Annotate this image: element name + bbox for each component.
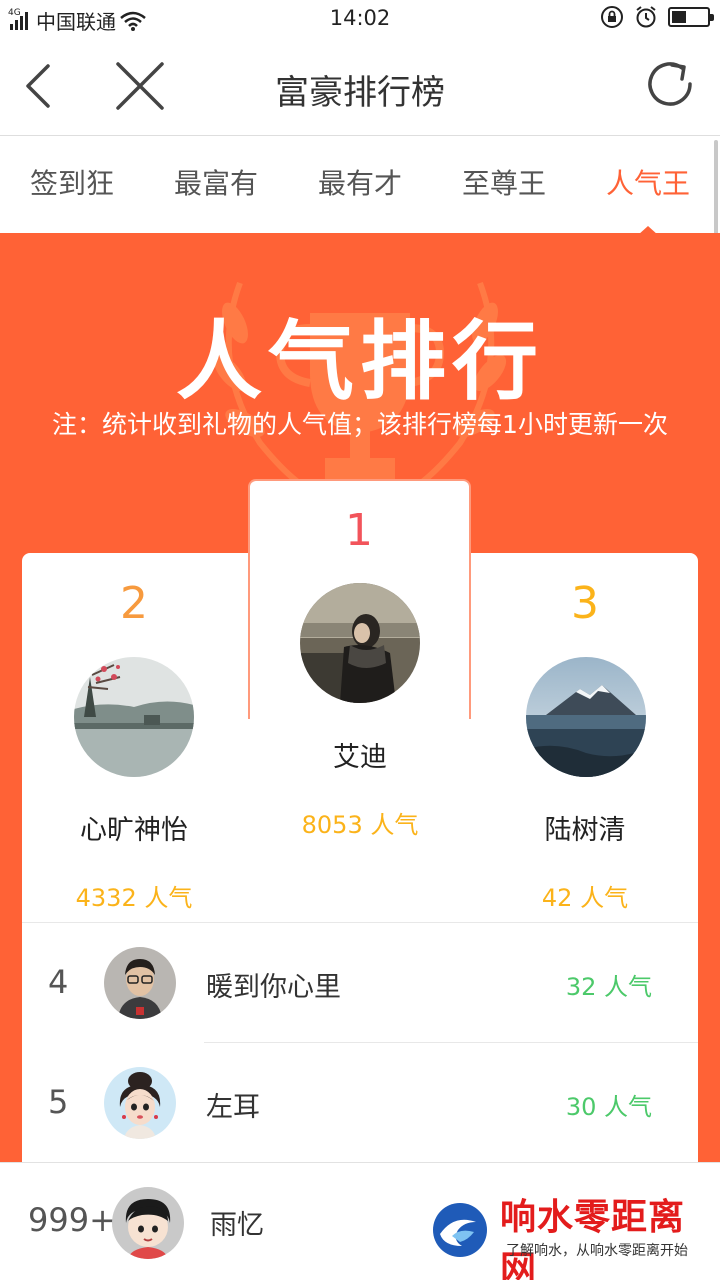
second-score: 4332 人气 [75,884,193,912]
rotation-lock-icon [601,6,623,28]
tab-talent[interactable]: 最有才 [288,137,432,233]
first-rank-number: 1 [345,505,373,556]
tab-bar: 签到狂 最富有 最有才 至尊王 人气王 [0,137,720,235]
status-bar: 4G 中国联通 14:02 [0,0,720,38]
list-name: 暖到你心里 [206,972,341,1003]
list-name: 左耳 [206,1092,260,1123]
first-name: 艾迪 [333,742,387,773]
list-rank: 4 [48,963,69,1001]
second-avatar[interactable] [74,657,194,777]
watermark: 响水零距离网 了解响水，从响水零距离开始 [430,1180,720,1280]
list-item[interactable]: 4 暖到你心里 32 人气 [22,923,698,1043]
third-name: 陆树清 [544,815,626,846]
watermark-logo-icon [433,1203,487,1257]
my-name: 雨忆 [210,1210,264,1241]
alarm-icon [636,6,656,28]
refresh-icon[interactable] [644,58,698,112]
list-avatar[interactable] [104,947,176,1019]
status-right [600,5,714,29]
second-name: 心旷神怡 [80,815,188,846]
second-rank-number: 2 [120,578,148,629]
list-rank: 5 [48,1083,69,1121]
third-score: 42 人气 [541,884,629,912]
page-title: 富豪排行榜 [275,73,445,113]
tab-richest[interactable]: 最富有 [144,137,288,233]
banner-title: 人气排行 [176,312,544,412]
list-item[interactable]: 5 左耳 30 人气 [22,1043,698,1163]
scrollbar [714,140,718,240]
first-score: 8053 人气 [301,811,419,839]
my-avatar[interactable] [112,1187,184,1259]
my-rank: 999+ [28,1201,116,1239]
list-score: 30 人气 [565,1093,652,1121]
third-rank-number: 3 [571,578,599,629]
tab-checkin[interactable]: 签到狂 [0,137,144,233]
tab-popularity[interactable]: 人气王 [576,137,720,235]
nav-bar: 富豪排行榜 [0,38,720,136]
watermark-subtitle: 了解响水，从响水零距离开始 [506,1243,688,1259]
watermark-title: 响水零距离网 [500,1196,686,1280]
first-avatar[interactable] [300,583,420,703]
tab-supreme[interactable]: 至尊王 [432,137,576,233]
battery-icon [668,7,714,27]
banner-note: 注：统计收到礼物的人气值；该排行榜每1小时更新一次 [52,410,668,439]
ranking-list: 4 暖到你心里 32 人气 5 左耳 30 人气 [22,922,698,1162]
list-score: 32 人气 [565,973,652,1001]
list-avatar[interactable] [104,1067,176,1139]
third-avatar[interactable] [526,657,646,777]
